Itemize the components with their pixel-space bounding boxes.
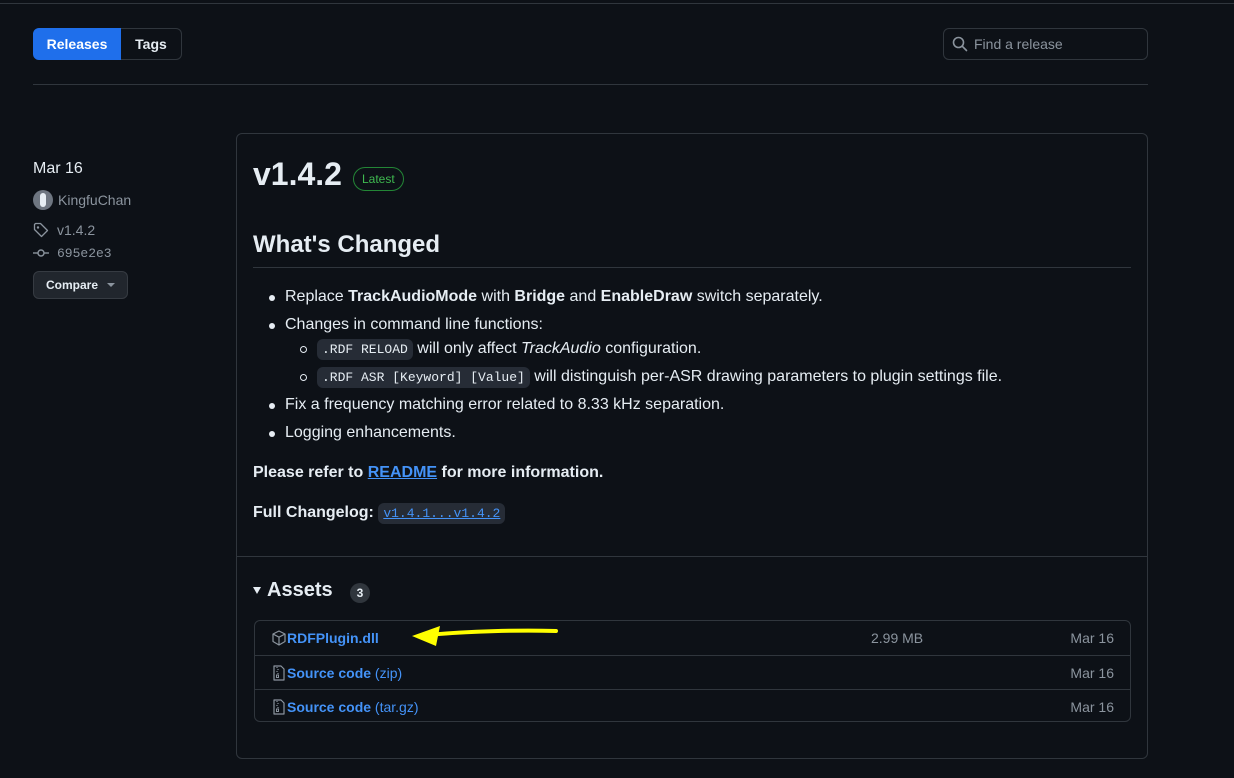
sub-bullet <box>300 346 307 353</box>
asset-row: Source code (zip) Mar 16 <box>255 655 1130 689</box>
full-changelog: Full Changelog: v1.4.1...v1.4.2 <box>253 503 506 524</box>
author-row[interactable]: KingfuChan <box>33 190 131 210</box>
asset-link[interactable]: RDFPlugin.dll <box>287 630 379 646</box>
asset-row: Source code (tar.gz) Mar 16 <box>255 689 1130 723</box>
assets-toggle[interactable]: Assets <box>253 579 333 602</box>
latest-badge: Latest <box>353 167 404 191</box>
compare-button[interactable]: Compare <box>33 271 128 299</box>
compare-label: Compare <box>46 278 99 292</box>
bullet <box>269 431 275 437</box>
assets-list: RDFPlugin.dll 2.99 MB Mar 16 Source code… <box>254 620 1131 722</box>
bullet <box>269 403 275 409</box>
author-name[interactable]: KingfuChan <box>58 192 131 208</box>
file-zip-icon <box>273 665 285 681</box>
chevron-down-icon <box>107 283 116 287</box>
release-date: Mar 16 <box>33 160 83 177</box>
assets-count: 3 <box>350 583 370 603</box>
sub-bullet <box>300 374 307 381</box>
release-tabs: Releases Tags <box>33 28 182 60</box>
tag-row[interactable]: v1.4.2 <box>33 222 95 238</box>
assets-title: Assets <box>267 579 333 601</box>
release-title[interactable]: v1.4.2 <box>253 156 342 193</box>
triangle-down-icon <box>253 587 261 594</box>
change-item: Replace TrackAudioMode with Bridge and E… <box>285 288 823 305</box>
change-subitem: .RDF ASR [Keyword] [Value] will distingu… <box>317 367 1002 388</box>
package-icon <box>272 630 286 646</box>
top-divider <box>0 3 1234 4</box>
changelog-link[interactable]: v1.4.1...v1.4.2 <box>378 503 506 524</box>
asset-link[interactable]: Source code (tar.gz) <box>287 699 419 715</box>
change-item: Logging enhancements. <box>285 424 456 441</box>
readme-link[interactable]: README <box>368 464 437 481</box>
change-subitem: .RDF RELOAD will only affect TrackAudio … <box>317 339 701 360</box>
heading-divider <box>253 267 1131 268</box>
release-card: v1.4.2 Latest What's Changed Replace Tra… <box>236 133 1148 759</box>
asset-link[interactable]: Source code (zip) <box>287 665 402 681</box>
changes-heading: What's Changed <box>253 231 441 258</box>
asset-row: RDFPlugin.dll 2.99 MB Mar 16 <box>255 621 1130 655</box>
commit-sha[interactable]: 695e2e3 <box>57 246 112 261</box>
search-icon <box>952 36 968 52</box>
asset-size: 2.99 MB <box>871 630 924 646</box>
asset-date: Mar 16 <box>1070 664 1114 681</box>
asset-date: Mar 16 <box>1070 698 1114 715</box>
readme-note: Please refer to README for more informat… <box>253 464 604 481</box>
tag-icon <box>33 222 49 238</box>
tab-tags[interactable]: Tags <box>121 28 182 60</box>
search-input[interactable] <box>974 36 1134 52</box>
tag-name[interactable]: v1.4.2 <box>57 222 95 238</box>
commit-row[interactable]: 695e2e3 <box>33 245 112 261</box>
bullet <box>269 295 275 301</box>
assets-divider <box>237 556 1147 557</box>
change-item: Fix a frequency matching error related t… <box>285 396 725 413</box>
header-divider <box>33 84 1148 85</box>
commit-icon <box>33 249 49 257</box>
file-zip-icon <box>273 699 285 715</box>
change-item: Changes in command line functions: <box>285 316 543 333</box>
bullet <box>269 323 275 329</box>
asset-date: Mar 16 <box>1070 630 1114 646</box>
release-search[interactable] <box>943 28 1148 60</box>
avatar[interactable] <box>33 190 53 210</box>
tab-releases[interactable]: Releases <box>33 28 121 60</box>
